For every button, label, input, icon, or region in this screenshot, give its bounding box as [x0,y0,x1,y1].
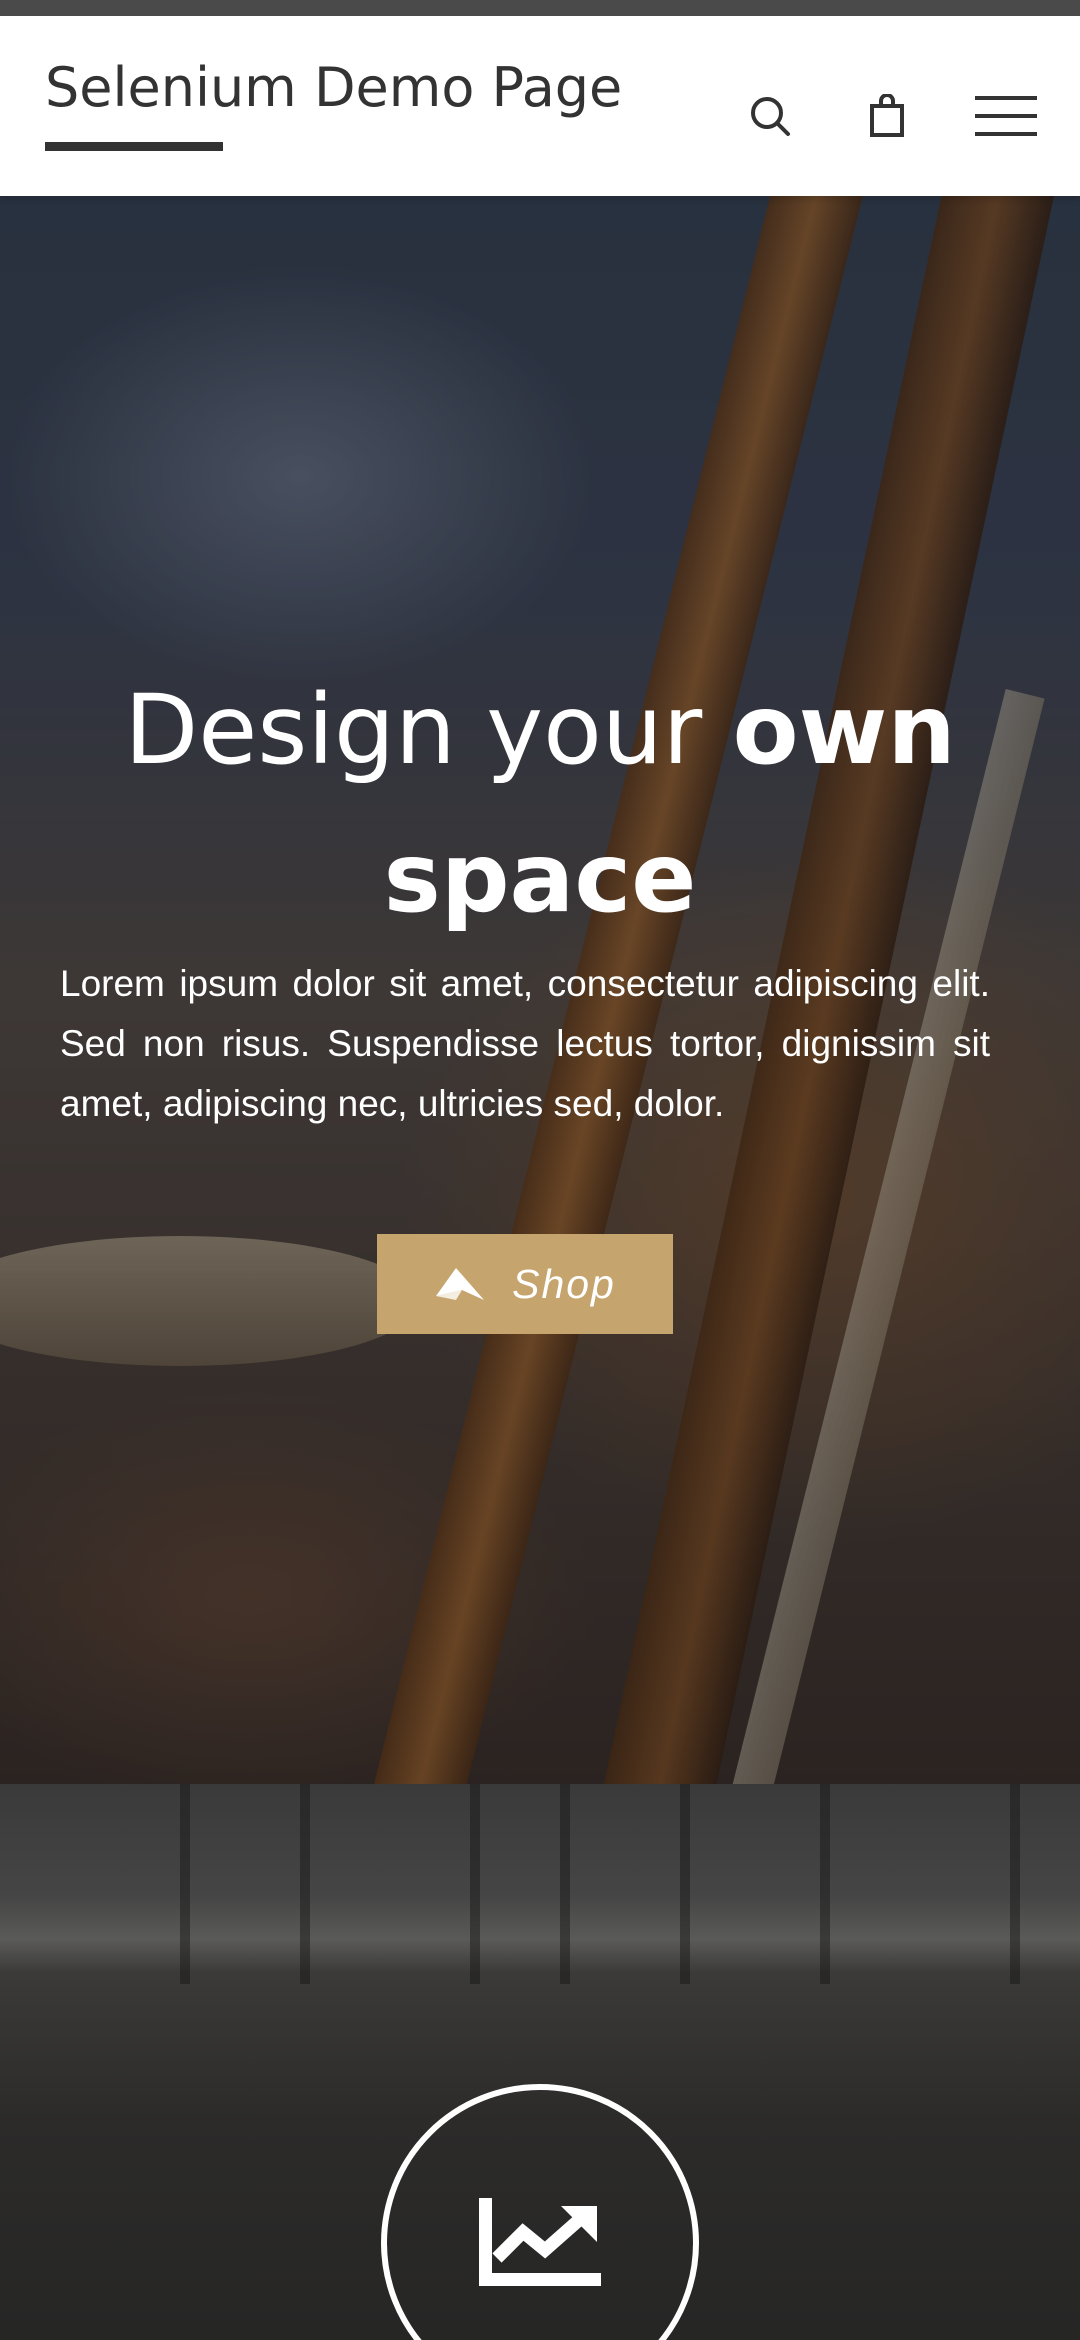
paper-plane-icon [436,1268,485,1300]
hero-description: Lorem ipsum dolor sit amet, consectetur … [60,963,990,1124]
shopping-bag-icon [870,94,904,137]
search-button[interactable] [745,86,795,146]
background-pole [560,1784,570,1984]
shop-button-label: Shop [512,1260,616,1307]
features-section [0,1784,1080,2340]
background-pole [820,1784,830,1984]
title-underline [45,142,223,151]
hamburger-menu-icon [975,96,1037,136]
background-pole [1010,1784,1020,1984]
site-header: Selenium Demo Page [0,16,1080,196]
background-pole [680,1784,690,1984]
hero-heading-regular: Design your [124,674,733,786]
feature-icon-circle [381,2084,699,2340]
site-title[interactable]: Selenium Demo Page [45,56,622,119]
search-icon [751,97,790,136]
background-pole [470,1784,480,1984]
background-pole [180,1784,190,1984]
hero-heading: Design your own space [40,656,1040,952]
menu-button[interactable] [975,86,1037,146]
background-pole [300,1784,310,1984]
cart-button[interactable] [862,86,912,146]
hero-section: Design your own space Lorem ipsum dolor … [0,196,1080,1784]
status-bar [0,0,1080,16]
shop-button[interactable]: Shop [377,1234,673,1334]
line-chart-icon [479,2198,601,2286]
